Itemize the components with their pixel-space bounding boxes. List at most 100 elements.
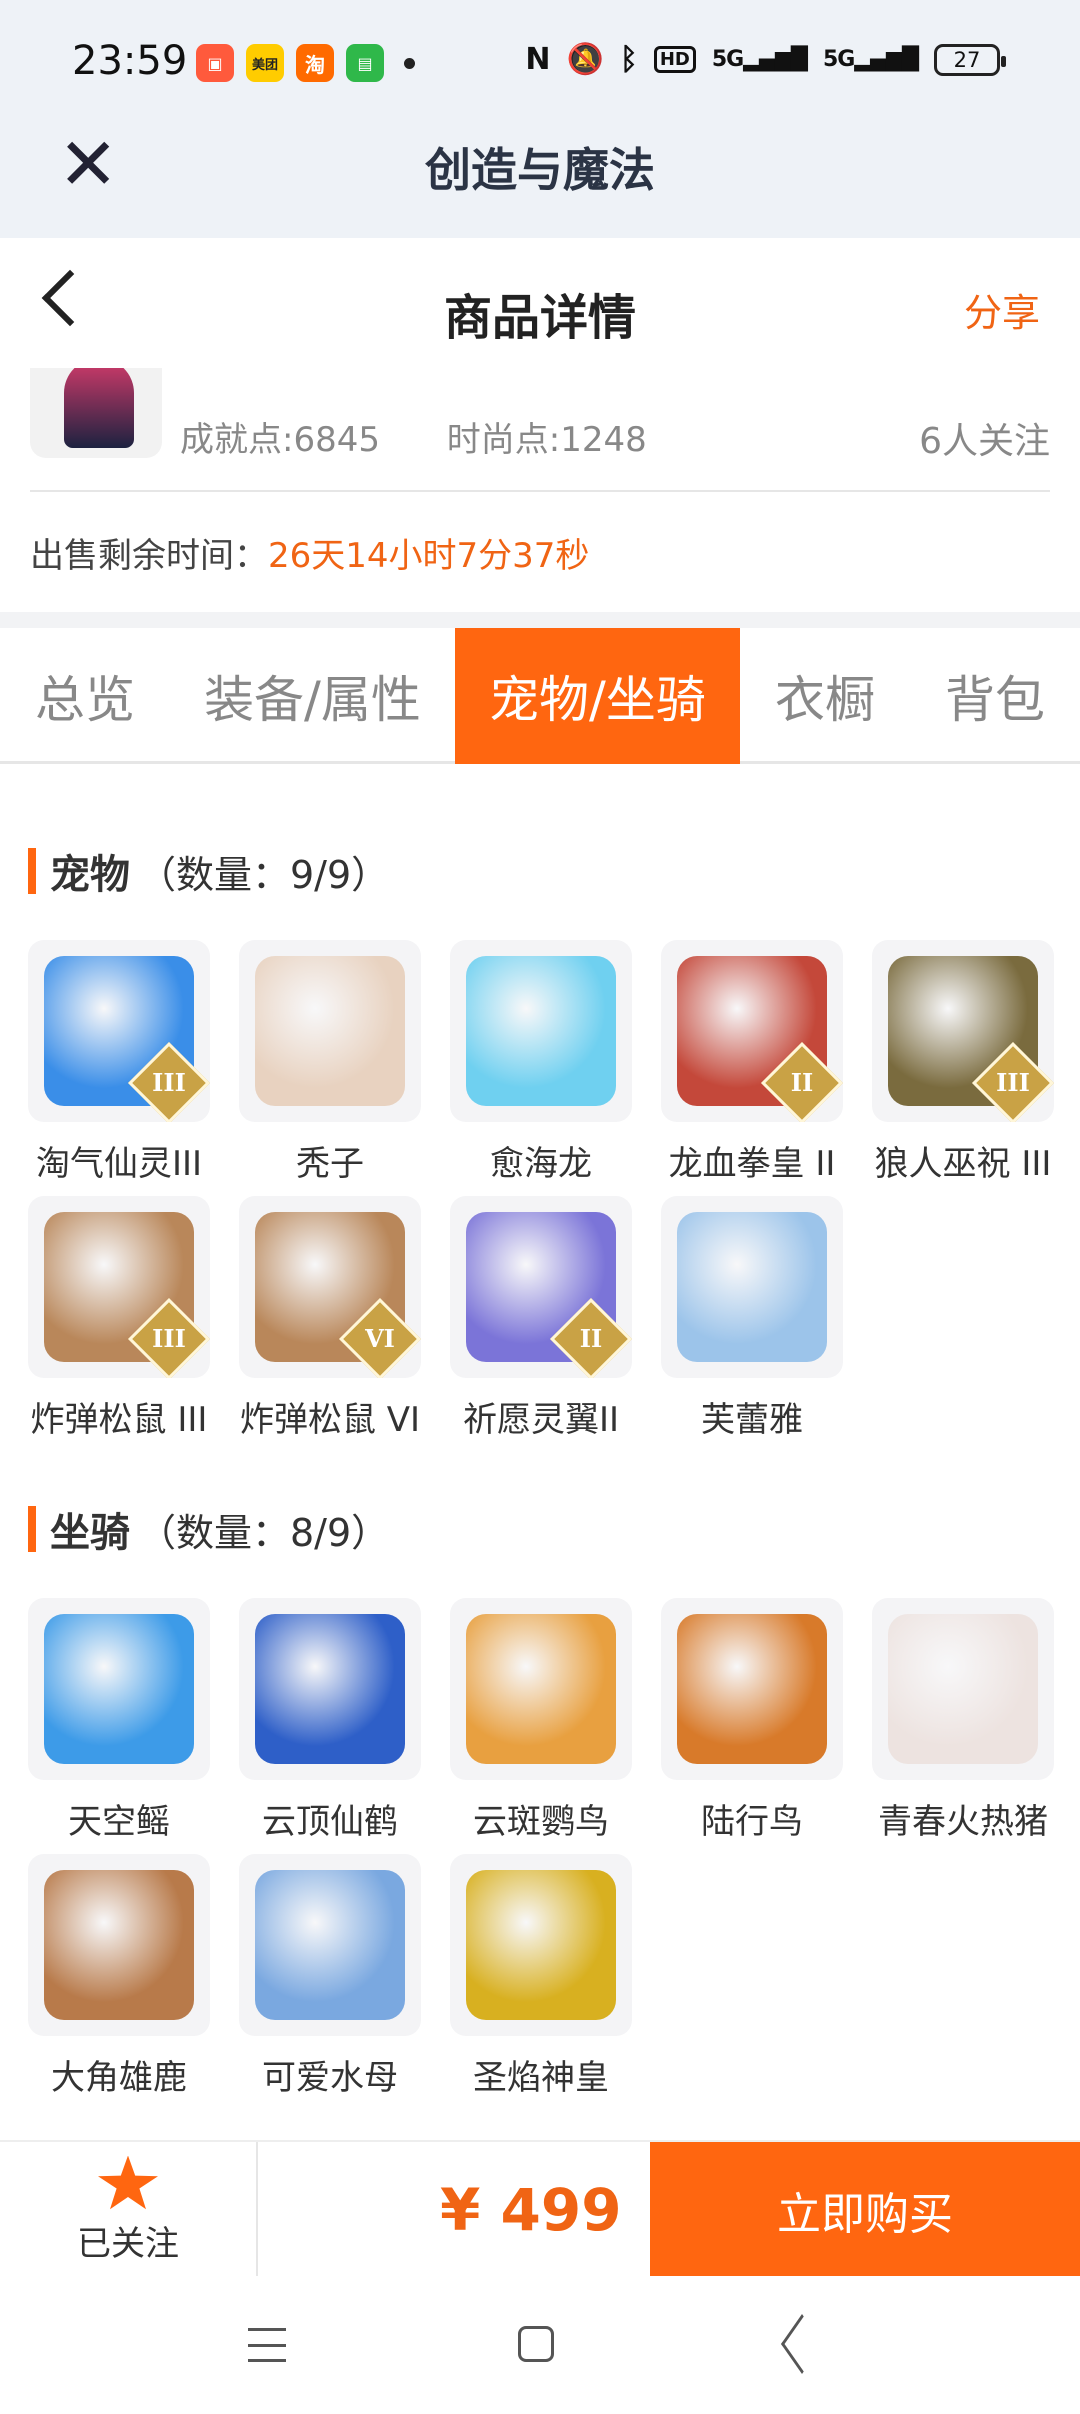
tab-wardrobe[interactable]: 衣橱 [750, 628, 900, 764]
mount-name: 陆行鸟 [701, 1802, 803, 1842]
pet-art [677, 1212, 827, 1362]
pet-image: III [28, 940, 210, 1122]
pet-name: 芙蕾雅 [701, 1400, 803, 1440]
system-icons: N 🔕 ᛒ HD 5G▂▄▆█ 5G▂▄▆█ 27 [525, 42, 1006, 77]
pet-item[interactable]: II 龙血拳皇 II [661, 940, 843, 1185]
meituan-icon: 美团 [246, 44, 284, 82]
mount-item[interactable]: 陆行鸟 [661, 1598, 843, 1843]
signal-icon: 5G▂▄▆█ [711, 47, 808, 72]
pet-name: 炸弹松鼠 III [30, 1400, 208, 1440]
mount-item[interactable]: 天空鳐 [28, 1598, 210, 1843]
tab-pets-mounts[interactable]: 宠物/坐骑 [455, 628, 740, 764]
mount-item[interactable]: 云顶仙鹤 [239, 1598, 421, 1843]
mount-art [44, 1870, 194, 2020]
page-title: 商品详情 [443, 290, 636, 346]
mount-name: 云顶仙鹤 [262, 1802, 398, 1842]
mount-image [661, 1598, 843, 1780]
pet-item[interactable]: III 淘气仙灵III [28, 940, 210, 1185]
follow-button[interactable]: 已关注 [0, 2142, 258, 2278]
taobao-icon: 淘 [296, 44, 334, 82]
pet-image: VI [239, 1196, 421, 1378]
pet-name: 龙血拳皇 II [668, 1144, 836, 1184]
message-icon: ▤ [346, 44, 384, 82]
mount-name: 天空鳐 [68, 1802, 170, 1842]
mount-item[interactable]: 大角雄鹿 [28, 1854, 210, 2099]
mount-image [239, 1854, 421, 2036]
pet-item[interactable]: II 祈愿灵翼II [450, 1196, 632, 1441]
mount-image [450, 1854, 632, 2036]
share-button[interactable]: 分享 [964, 282, 1040, 337]
mount-item[interactable]: 可爱水母 [239, 1854, 421, 2099]
pet-item[interactable]: III 炸弹松鼠 III [28, 1196, 210, 1441]
section-accent [28, 1506, 36, 1552]
follower-count: 6人关注 [919, 421, 1050, 462]
pet-image [239, 940, 421, 1122]
pet-image: III [872, 940, 1054, 1122]
mounts-section-header: 坐骑 （数量：8/9） [28, 1500, 389, 1558]
bluetooth-icon: ᛒ [619, 42, 638, 77]
section-accent [28, 848, 36, 894]
pet-item[interactable]: 芙蕾雅 [661, 1196, 843, 1441]
mount-art [466, 1614, 616, 1764]
mount-name: 云斑鹦鸟 [473, 1802, 609, 1842]
pet-image [661, 1196, 843, 1378]
pet-item[interactable]: VI 炸弹松鼠 VI [239, 1196, 421, 1441]
app-header: ✕ 创造与魔法 [0, 120, 1080, 238]
mount-art [677, 1614, 827, 1764]
buy-now-button[interactable]: 立即购买 [650, 2142, 1080, 2278]
mount-art [255, 1870, 405, 2020]
mount-image [239, 1598, 421, 1780]
mount-item[interactable]: 圣焰神皇 [450, 1854, 632, 2099]
mount-name: 可爱水母 [262, 2058, 398, 2098]
mounts-count: （数量：8/9） [138, 1510, 390, 1555]
achievement-points: 成就点:6845 [180, 420, 380, 460]
pet-name: 炸弹松鼠 VI [239, 1400, 421, 1440]
mount-item[interactable]: 青春火热猪 [872, 1598, 1054, 1843]
pet-name: 秃子 [296, 1144, 364, 1184]
tab-equipment[interactable]: 装备/属性 [180, 628, 445, 764]
product-stats: 成就点:6845 时尚点:1248 [180, 412, 703, 461]
pet-item[interactable]: 秃子 [239, 940, 421, 1185]
mount-item[interactable]: 云斑鹦鸟 [450, 1598, 632, 1843]
pet-image: II [661, 940, 843, 1122]
sale-remaining: 出售剩余时间：26天14小时7分37秒 [30, 528, 589, 577]
pet-name: 祈愿灵翼II [462, 1400, 620, 1440]
status-time: 23:59 [72, 38, 188, 84]
mounts-title: 坐骑 [50, 1510, 130, 1556]
pet-name: 淘气仙灵III [35, 1144, 203, 1184]
divider [30, 490, 1050, 492]
pets-count: （数量：9/9） [138, 852, 390, 897]
mount-image [872, 1598, 1054, 1780]
product-summary: 成就点:6845 时尚点:1248 6人关注 [0, 368, 1080, 490]
mounts-grid: 天空鳐 云顶仙鹤 云斑鹦鸟 陆行鸟 青春火热猪大角雄鹿 可爱水母 圣焰神皇 [28, 1598, 1054, 2098]
character-thumbnail[interactable] [30, 368, 162, 458]
character-image [64, 368, 134, 448]
mount-name: 圣焰神皇 [473, 2058, 609, 2098]
pet-name: 愈海龙 [490, 1144, 592, 1184]
notification-icons: ▣ 美团 淘 ▤ [196, 44, 415, 82]
pets-title: 宠物 [50, 852, 130, 898]
status-bar: 23:59 ▣ 美团 淘 ▤ N 🔕 ᛒ HD 5G▂▄▆█ 5G▂▄▆█ 27 [0, 0, 1080, 120]
tab-backpack[interactable]: 背包 [910, 628, 1080, 764]
pet-item[interactable]: III 狼人巫祝 III [872, 940, 1054, 1185]
mount-name: 大角雄鹿 [51, 2058, 187, 2098]
tab-bar: 总览 装备/属性 宠物/坐骑 衣橱 背包 [0, 628, 1080, 764]
recent-apps-icon[interactable] [248, 2328, 286, 2362]
sale-remaining-value: 26天14小时7分37秒 [268, 536, 590, 576]
price: ¥ 499 [440, 2176, 622, 2244]
more-notifications-icon [404, 57, 415, 69]
pet-art [466, 956, 616, 1106]
bottom-action-bar: 已关注 ¥ 499 立即购买 [0, 2140, 1080, 2278]
page-nav: 商品详情 分享 [0, 238, 1080, 368]
nfc-icon: N [525, 42, 551, 77]
system-back-icon[interactable] [781, 2314, 823, 2374]
tab-overview[interactable]: 总览 [0, 628, 170, 764]
mount-art [888, 1614, 1038, 1764]
star-icon [98, 2155, 158, 2210]
mount-art [255, 1614, 405, 1764]
signal-icon-2: 5G▂▄▆█ [822, 47, 919, 72]
home-icon[interactable] [518, 2326, 554, 2362]
mute-icon: 🔕 [566, 42, 604, 77]
pet-item[interactable]: 愈海龙 [450, 940, 632, 1185]
sale-remaining-label: 出售剩余时间： [30, 536, 268, 576]
